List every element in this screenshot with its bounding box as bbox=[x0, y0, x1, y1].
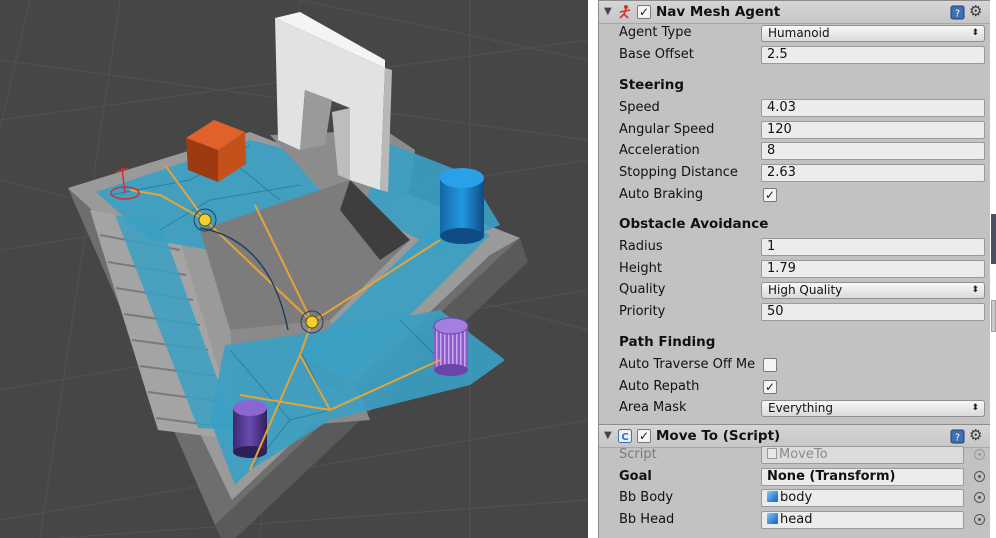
help-book-icon[interactable]: ? bbox=[950, 429, 965, 444]
bb-head-value: head bbox=[780, 512, 813, 527]
object-picker-icon[interactable] bbox=[974, 492, 985, 503]
script-label: Script bbox=[619, 447, 657, 462]
component-title: Move To (Script) bbox=[656, 428, 781, 444]
radius-row: Radius 1 bbox=[599, 237, 990, 257]
edge-tab bbox=[991, 300, 996, 332]
base-offset-label: Base Offset bbox=[619, 47, 694, 62]
auto-repath-row: Auto Repath ✓ bbox=[599, 377, 990, 397]
edge-tab bbox=[991, 214, 996, 264]
dropdown-arrows-icon: ⬍ bbox=[971, 28, 979, 38]
svg-text:?: ? bbox=[955, 433, 960, 444]
script-row: Script MoveTo bbox=[599, 445, 990, 465]
quality-value: High Quality bbox=[768, 283, 843, 297]
auto-braking-row: Auto Braking ✓ bbox=[599, 185, 990, 205]
script-field: MoveTo bbox=[761, 446, 964, 464]
stopping-distance-label: Stopping Distance bbox=[619, 165, 738, 180]
bb-body-field[interactable]: body bbox=[761, 489, 964, 507]
gear-icon[interactable]: ⚙ bbox=[969, 3, 982, 19]
script-file-icon bbox=[767, 448, 777, 459]
speed-label: Speed bbox=[619, 100, 660, 115]
speed-row: Speed 4.03 bbox=[599, 98, 990, 118]
angular-speed-label: Angular Speed bbox=[619, 122, 715, 137]
cube-icon bbox=[767, 513, 778, 524]
striped-cylinder bbox=[433, 317, 469, 376]
help-book-icon[interactable]: ? bbox=[950, 5, 965, 20]
component-title: Nav Mesh Agent bbox=[656, 4, 781, 20]
quality-row: Quality High Quality ⬍ bbox=[599, 280, 990, 300]
svg-text:C: C bbox=[621, 432, 628, 443]
area-mask-label: Area Mask bbox=[619, 400, 687, 415]
goal-row: Goal None (Transform) bbox=[599, 467, 990, 487]
dropdown-arrows-icon: ⬍ bbox=[971, 285, 979, 295]
scene-canvas[interactable] bbox=[0, 0, 588, 538]
auto-repath-checkbox[interactable]: ✓ bbox=[763, 380, 777, 394]
dropdown-arrows-icon: ⬍ bbox=[971, 403, 979, 413]
quality-label: Quality bbox=[619, 282, 666, 297]
bb-body-label: Bb Body bbox=[619, 490, 674, 505]
stopping-distance-row: Stopping Distance 2.63 bbox=[599, 163, 990, 183]
agent-type-label: Agent Type bbox=[619, 25, 692, 40]
csharp-script-icon: C bbox=[617, 428, 633, 444]
auto-repath-label: Auto Repath bbox=[619, 379, 700, 394]
base-offset-row: Base Offset 2.5 bbox=[599, 45, 990, 65]
auto-traverse-row: Auto Traverse Off Me bbox=[599, 355, 990, 375]
area-mask-row: Area Mask Everything ⬍ bbox=[599, 398, 990, 418]
priority-label: Priority bbox=[619, 304, 666, 319]
priority-field[interactable]: 50 bbox=[761, 303, 985, 321]
agent-type-row: Agent Type Humanoid ⬍ bbox=[599, 23, 990, 43]
bb-head-row: Bb Head head bbox=[599, 510, 990, 530]
radius-field[interactable]: 1 bbox=[761, 238, 985, 256]
speed-field[interactable]: 4.03 bbox=[761, 99, 985, 117]
acceleration-label: Acceleration bbox=[619, 143, 700, 158]
steering-section-title: Steering bbox=[619, 77, 685, 93]
move-to-enabled-checkbox[interactable]: ✓ bbox=[637, 429, 651, 443]
angular-speed-row: Angular Speed 120 bbox=[599, 120, 990, 140]
height-row: Height 1.79 bbox=[599, 259, 990, 279]
auto-braking-checkbox[interactable]: ✓ bbox=[763, 188, 777, 202]
base-offset-field[interactable]: 2.5 bbox=[761, 46, 985, 64]
agent-type-dropdown[interactable]: Humanoid ⬍ bbox=[761, 25, 985, 42]
script-value: MoveTo bbox=[779, 447, 828, 462]
acceleration-field[interactable]: 8 bbox=[761, 142, 985, 160]
cube-icon bbox=[767, 491, 778, 502]
height-label: Height bbox=[619, 261, 662, 276]
bb-head-field[interactable]: head bbox=[761, 511, 964, 529]
goal-label: Goal bbox=[619, 469, 652, 484]
object-picker-icon[interactable] bbox=[974, 471, 985, 482]
obstacle-avoidance-section-title: Obstacle Avoidance bbox=[619, 216, 769, 232]
scene-view[interactable] bbox=[0, 0, 588, 538]
nav-mesh-agent-enabled-checkbox[interactable]: ✓ bbox=[637, 5, 651, 19]
auto-traverse-checkbox[interactable] bbox=[763, 358, 777, 372]
quality-dropdown[interactable]: High Quality ⬍ bbox=[761, 282, 985, 299]
nav-mesh-agent-header[interactable]: ▼ ✓ Nav Mesh Agent ? ⚙ bbox=[599, 0, 990, 24]
path-finding-section-title: Path Finding bbox=[619, 334, 716, 350]
purple-cylinder bbox=[233, 400, 267, 458]
inspector-panel: ▼ ✓ Nav Mesh Agent ? ⚙ Agent Type Humano… bbox=[598, 0, 990, 538]
area-mask-dropdown[interactable]: Everything ⬍ bbox=[761, 400, 985, 417]
gear-icon[interactable]: ⚙ bbox=[969, 427, 982, 443]
angular-speed-field[interactable]: 120 bbox=[761, 121, 985, 139]
radius-label: Radius bbox=[619, 239, 663, 254]
goal-field[interactable]: None (Transform) bbox=[761, 468, 964, 486]
bb-head-label: Bb Head bbox=[619, 512, 675, 527]
agent-type-value: Humanoid bbox=[768, 26, 830, 40]
window-edge-strip bbox=[990, 0, 996, 538]
object-picker-icon bbox=[974, 449, 985, 460]
auto-traverse-label: Auto Traverse Off Me bbox=[619, 357, 756, 372]
area-mask-value: Everything bbox=[768, 401, 833, 415]
bb-body-row: Bb Body body bbox=[599, 488, 990, 508]
blue-cylinder bbox=[440, 168, 484, 244]
acceleration-row: Acceleration 8 bbox=[599, 141, 990, 161]
fold-arrow-icon[interactable]: ▼ bbox=[604, 6, 612, 17]
object-picker-icon[interactable] bbox=[974, 514, 985, 525]
auto-braking-label: Auto Braking bbox=[619, 187, 704, 202]
height-field[interactable]: 1.79 bbox=[761, 260, 985, 278]
bb-body-value: body bbox=[780, 490, 813, 505]
stopping-distance-field[interactable]: 2.63 bbox=[761, 164, 985, 182]
svg-text:?: ? bbox=[955, 9, 960, 20]
nav-mesh-agent-icon bbox=[617, 4, 633, 20]
priority-row: Priority 50 bbox=[599, 302, 990, 322]
fold-arrow-icon[interactable]: ▼ bbox=[604, 430, 612, 441]
